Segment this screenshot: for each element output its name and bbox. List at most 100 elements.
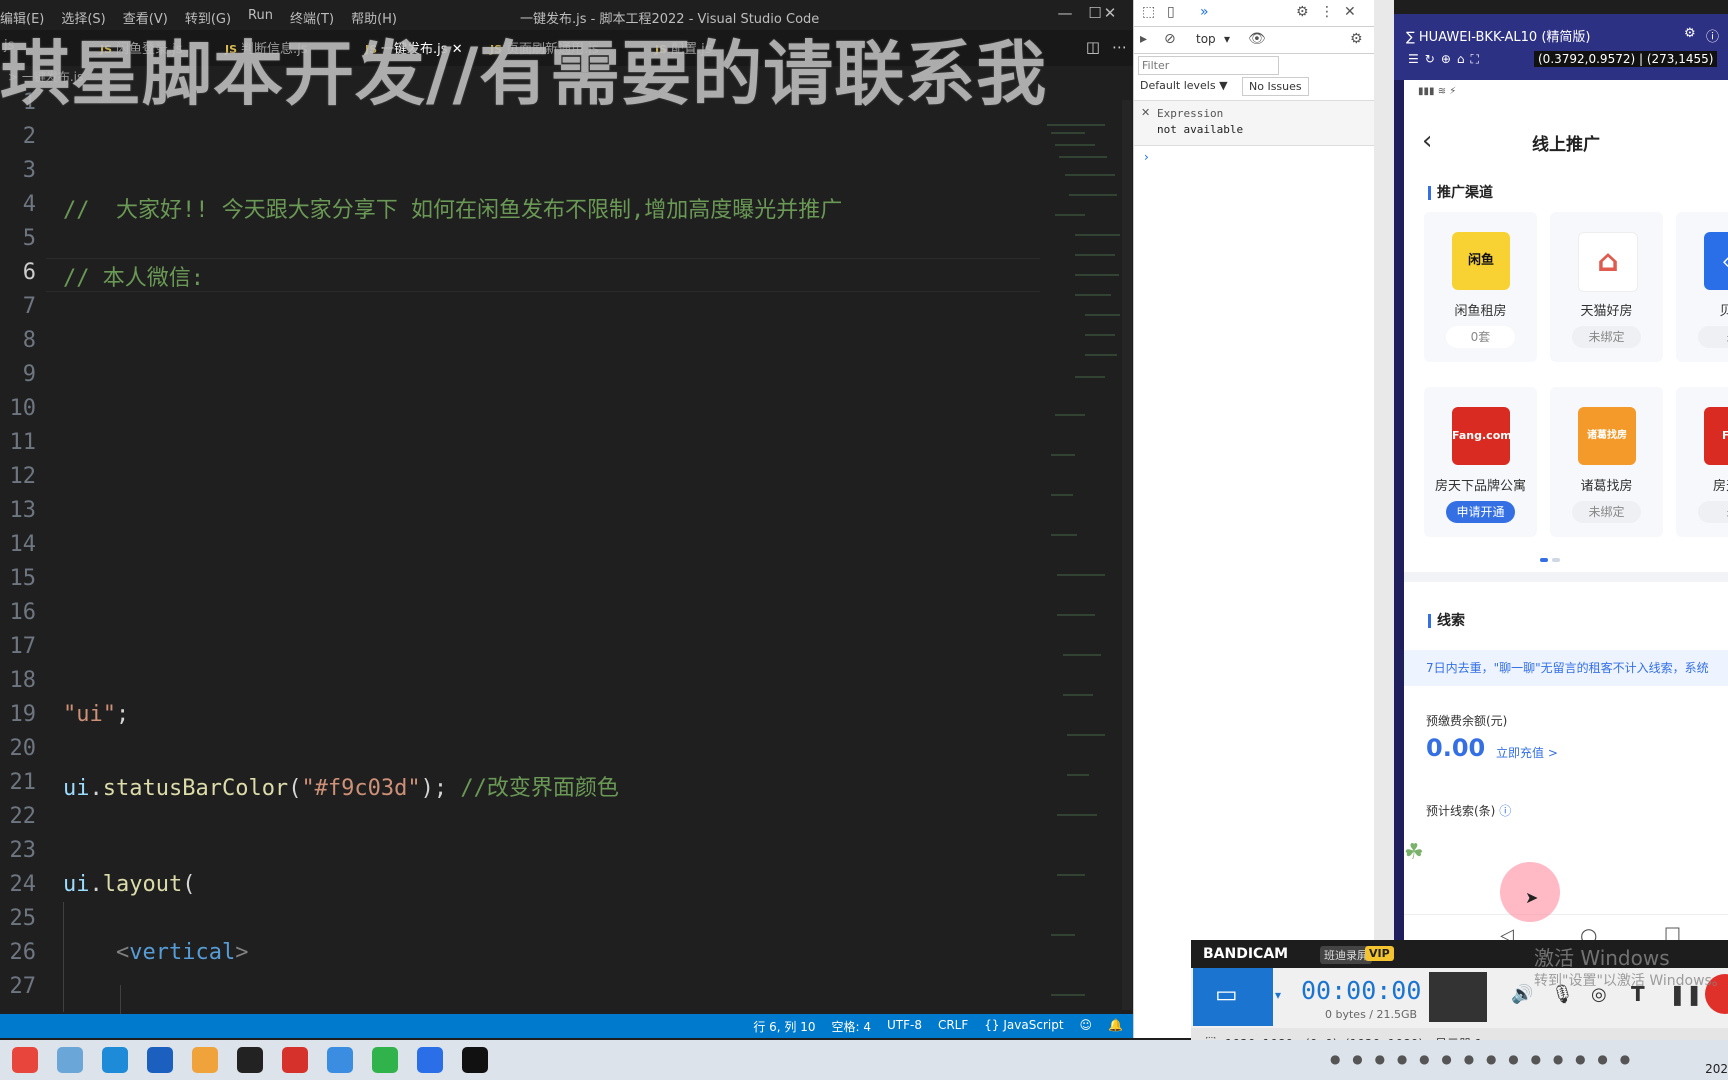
- line-number[interactable]: 9: [0, 362, 36, 387]
- line-number[interactable]: 12: [0, 464, 37, 489]
- terminal-icon[interactable]: [237, 1047, 263, 1073]
- eye-icon[interactable]: 👁: [1248, 31, 1266, 47]
- info-icon[interactable]: ⓘ: [1706, 26, 1719, 45]
- device-icon[interactable]: ▯: [1167, 4, 1175, 20]
- more-actions-icon[interactable]: ⋯: [1112, 38, 1127, 56]
- channel-card-xianyu[interactable]: 闲鱼 闲鱼租房 0套: [1424, 212, 1537, 362]
- filter-input[interactable]: Filter: [1138, 56, 1279, 75]
- speaker-icon[interactable]: 🔊: [1511, 984, 1533, 1005]
- wechat-icon[interactable]: [372, 1047, 398, 1073]
- cursor-position[interactable]: 行 6, 列 10: [753, 1018, 815, 1035]
- chrome-icon[interactable]: [12, 1047, 38, 1073]
- settings-icon[interactable]: ⚙: [1296, 4, 1309, 20]
- context-select[interactable]: top: [1196, 32, 1216, 46]
- split-editor-icon[interactable]: ◫: [1086, 38, 1100, 56]
- current-line-highlight: [46, 258, 1040, 292]
- photos-icon[interactable]: [192, 1047, 218, 1073]
- line-number[interactable]: 15: [0, 566, 37, 591]
- taskbar-clock[interactable]: 202: [1705, 1062, 1728, 1076]
- code-line[interactable]: <vertical>: [63, 940, 248, 965]
- code-line[interactable]: // 大家好!! 今天跟大家分享下 如何在闲鱼发布不限制,增加高度曝光并推广: [63, 192, 842, 224]
- line-number[interactable]: 22: [0, 804, 37, 829]
- line-number[interactable]: 16: [0, 600, 37, 625]
- line-number[interactable]: 6: [0, 260, 36, 285]
- code-line[interactable]: "ui";: [63, 702, 129, 727]
- feedback-icon[interactable]: ☺: [1080, 1018, 1093, 1035]
- indent-guide: [63, 902, 64, 1012]
- log-levels-select[interactable]: Default levels ▼: [1140, 79, 1228, 92]
- code-line[interactable]: ui.layout(: [63, 872, 195, 897]
- expression-label[interactable]: Expression: [1157, 107, 1223, 120]
- u-icon[interactable]: [327, 1047, 353, 1073]
- close-devtools-icon[interactable]: ✕: [1344, 4, 1356, 20]
- apply-button[interactable]: 申请开通: [1446, 501, 1515, 523]
- channel-name: 闲鱼租房: [1454, 304, 1507, 319]
- mode-dropdown-icon[interactable]: ▾: [1275, 988, 1281, 1002]
- more-tabs-icon[interactable]: »: [1200, 4, 1209, 20]
- notifications-icon[interactable]: 🔔: [1108, 1018, 1123, 1035]
- channel-name: 房天下: [1712, 479, 1728, 494]
- line-number[interactable]: 25: [0, 906, 37, 931]
- line-number[interactable]: 18: [0, 668, 37, 693]
- line-number[interactable]: 8: [0, 328, 36, 353]
- line-number[interactable]: 10: [0, 396, 37, 421]
- channel-card-fang[interactable]: Fang.com 房天下品牌公寓 申请开通: [1424, 387, 1537, 537]
- line-number[interactable]: 27: [0, 974, 37, 999]
- channel-card-beike[interactable]: ◇ 贝壳 未: [1676, 212, 1728, 362]
- minimize-icon[interactable]: —: [1055, 4, 1075, 22]
- line-number[interactable]: 23: [0, 838, 37, 863]
- channel-card-zhuge[interactable]: 诸葛找房 诸葛找房 未绑定: [1550, 387, 1663, 537]
- close-icon[interactable]: ✕: [1100, 4, 1120, 22]
- system-tray-icons[interactable]: ● ● ● ● ● ● ● ● ● ● ● ● ● ●: [1330, 1052, 1634, 1066]
- line-number[interactable]: 13: [0, 498, 37, 523]
- line-number[interactable]: 19: [0, 702, 37, 727]
- line-number[interactable]: 26: [0, 940, 37, 965]
- encoding[interactable]: UTF-8: [887, 1018, 922, 1035]
- channel-card-tmall[interactable]: ⌂ 天猫好房 未绑定: [1550, 212, 1663, 362]
- editor-scrollbar[interactable]: [1122, 100, 1132, 1010]
- channel-card-fang2[interactable]: Fan 房天下 未: [1676, 387, 1728, 537]
- line-number[interactable]: 14: [0, 532, 37, 557]
- recharge-link[interactable]: 立即充值 >: [1496, 744, 1558, 761]
- k-icon[interactable]: [417, 1047, 443, 1073]
- floating-mascot-icon[interactable]: ☘: [1404, 840, 1424, 865]
- menu-dots-icon[interactable]: ⋮: [1320, 4, 1334, 20]
- line-number[interactable]: 2: [0, 124, 36, 149]
- expected-leads-label: 预计线索(条) ⓘ: [1426, 802, 1511, 819]
- issues-button[interactable]: No Issues: [1242, 77, 1309, 96]
- minimap[interactable]: [1045, 115, 1123, 1015]
- line-ending[interactable]: CRLF: [938, 1018, 968, 1035]
- code-editor[interactable]: 1 2 3 4 // 大家好!! 今天跟大家分享下 如何在闲鱼发布不限制,增加高度曝光并…: [0, 88, 1040, 1013]
- vscode-icon[interactable]: [102, 1047, 128, 1073]
- line-number[interactable]: 24: [0, 872, 37, 897]
- sidebar-icon[interactable]: ▸: [1140, 31, 1147, 47]
- help-icon[interactable]: ⓘ: [1499, 804, 1511, 818]
- indentation[interactable]: 空格: 4: [831, 1018, 871, 1035]
- chevron-down-icon[interactable]: ▾: [1224, 32, 1230, 46]
- clear-console-icon[interactable]: ⊘: [1164, 31, 1176, 47]
- phone-toolbar-icons[interactable]: ☰↻⊕⌂⛶: [1408, 52, 1485, 67]
- line-number[interactable]: 4: [0, 192, 36, 217]
- settings-icon[interactable]: ⚙: [1684, 26, 1696, 41]
- console-prompt[interactable]: ›: [1144, 150, 1149, 164]
- line-number[interactable]: 20: [0, 736, 37, 761]
- screen-mode-button[interactable]: ▭: [1193, 968, 1273, 1026]
- line-number[interactable]: 5: [0, 226, 36, 251]
- console-settings-icon[interactable]: ⚙: [1350, 31, 1363, 47]
- channel-name: 诸葛找房: [1580, 479, 1633, 494]
- remove-expression-icon[interactable]: ✕: [1141, 106, 1150, 119]
- v-icon[interactable]: [282, 1047, 308, 1073]
- notepad-icon[interactable]: [57, 1047, 83, 1073]
- webcam-button[interactable]: [1429, 972, 1487, 1022]
- line-number[interactable]: 17: [0, 634, 37, 659]
- inspect-icon[interactable]: ⬚: [1142, 4, 1155, 20]
- line-number[interactable]: 21: [0, 770, 37, 795]
- line-number[interactable]: 3: [0, 158, 36, 183]
- line-number[interactable]: 7: [0, 294, 36, 319]
- code-token: (: [288, 776, 302, 801]
- code-line[interactable]: ui.statusBarColor("#f9c03d"); //改变界面颜色: [63, 770, 619, 802]
- record-icon[interactable]: [462, 1047, 488, 1073]
- c-icon[interactable]: [147, 1047, 173, 1073]
- language-mode[interactable]: {} JavaScript: [984, 1018, 1063, 1035]
- line-number[interactable]: 11: [0, 430, 37, 455]
